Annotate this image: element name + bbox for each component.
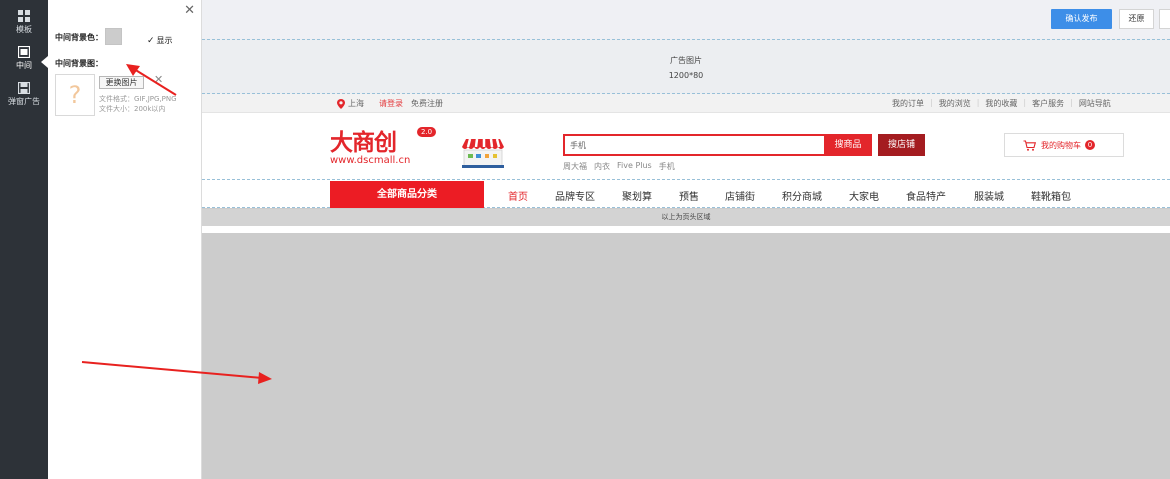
divider	[202, 226, 1170, 233]
nav-item-shoes-bags[interactable]: 鞋靴箱包	[1031, 188, 1071, 203]
bg-image-label: 中间背景图：	[55, 59, 103, 68]
city-label: 上海	[348, 99, 364, 108]
nav-item-points-mall[interactable]: 积分商城	[782, 188, 822, 203]
nav-item-brands[interactable]: 品牌专区	[555, 188, 595, 203]
cart-icon	[1023, 139, 1036, 151]
file-size-hint: 文件大小：200k以内	[99, 105, 166, 113]
link-site-nav[interactable]: 网站导航	[1079, 98, 1111, 109]
search-products-button[interactable]: 搜商品	[824, 134, 872, 156]
logo-version-badge: 2.0	[417, 127, 437, 137]
site-header: 大商创 2.0 www.dscmall.cn 搜商品 搜店铺 周	[202, 113, 1170, 179]
site-logo[interactable]: 大商创 2.0 www.dscmall.cn	[330, 123, 437, 166]
divider: |	[1023, 98, 1027, 107]
divider: |	[930, 98, 933, 107]
cart-button[interactable]: 我的购物车 0	[1004, 133, 1124, 157]
divider: |	[976, 98, 980, 107]
question-mark-icon: ?	[68, 81, 82, 109]
nav-item-appliances[interactable]: 大家电	[849, 188, 879, 203]
cart-label: 我的购物车	[1041, 140, 1081, 150]
logo-text: 大商创	[330, 129, 397, 156]
nav-item-home[interactable]: 首页	[508, 188, 528, 203]
page: 模板 中间 弹窗广告 ✕ 中间背景色： ✓ 显示 中间背景图： ? 更换图片 ✕…	[0, 0, 1170, 479]
active-pointer	[41, 56, 48, 68]
search-shops-button[interactable]: 搜店铺	[878, 134, 925, 156]
login-link[interactable]: 请登录	[379, 98, 403, 109]
logo-url: www.dscmall.cn	[330, 155, 411, 166]
left-icon-bar: 模板 中间 弹窗广告	[0, 0, 48, 479]
bg-color-label: 中间背景色：	[55, 33, 103, 42]
main-nav: 全部商品分类 首页 品牌专区 聚划算 预售 店铺街 积分商城 大家电 食品特产 …	[202, 179, 1170, 208]
image-placeholder: ?	[55, 74, 95, 116]
replace-image-button[interactable]: 更换图片	[99, 76, 144, 89]
ad-banner-area[interactable]: 广告图片 1200*80	[202, 39, 1170, 94]
nav-item-food[interactable]: 食品特产	[906, 188, 946, 203]
link-my-history[interactable]: 我的浏览	[939, 98, 971, 109]
nav-item-presale[interactable]: 预售	[679, 188, 699, 203]
layout-icon	[18, 46, 30, 58]
ad-title: 广告图片	[670, 56, 702, 65]
close-icon[interactable]: ✕	[184, 3, 195, 18]
register-link[interactable]: 免费注册	[411, 98, 443, 109]
cart-count-badge: 0	[1085, 140, 1095, 150]
link-my-favorites[interactable]: 我的收藏	[985, 98, 1017, 109]
hot-keywords: 周大福 内衣 Five Plus 手机	[563, 161, 682, 172]
checkmark-icon: ✓	[147, 35, 155, 46]
editor-toolbar: 确认发布 还原	[202, 0, 1170, 39]
grid-icon	[18, 10, 30, 22]
hotword[interactable]: 内衣	[594, 161, 610, 172]
save-icon	[18, 82, 30, 94]
location[interactable]: 上海	[337, 98, 364, 109]
top-links: 我的订单 | 我的浏览 | 我的收藏 | 客户服务 | 网站导航	[892, 98, 1111, 109]
nav-item-group-buy[interactable]: 聚划算	[622, 188, 652, 203]
editor-canvas: 确认发布 还原 广告图片 1200*80 上海 请登录 免费注册 我的订单 | 我…	[202, 0, 1170, 479]
show-checkbox[interactable]: ✓ 显示	[147, 35, 173, 46]
site-topbar: 上海 请登录 免费注册 我的订单 | 我的浏览 | 我的收藏 | 客户服务 | 网站导航	[202, 94, 1170, 113]
search-box	[563, 134, 845, 156]
hotword[interactable]: 周大福	[563, 161, 587, 172]
file-format-hint: 文件格式：GIF,JPG,PNG	[99, 95, 177, 103]
hotword[interactable]: 手机	[659, 161, 675, 172]
sidebar-item-label: 弹窗广告	[8, 97, 40, 106]
sidebar-item-label: 模板	[16, 25, 32, 34]
sidebar-item-popup-ad[interactable]: 弹窗广告	[0, 82, 48, 107]
link-my-orders[interactable]: 我的订单	[892, 98, 924, 109]
storefront-icon	[462, 138, 504, 168]
search-input[interactable]	[565, 136, 825, 154]
location-pin-icon	[337, 98, 345, 109]
settings-panel: ✕ 中间背景色： ✓ 显示 中间背景图： ? 更换图片 ✕ 文件格式：GIF,J…	[48, 0, 202, 479]
sidebar-item-label: 中间	[16, 61, 32, 70]
ad-size: 1200*80	[668, 71, 704, 80]
nav-item-clothing[interactable]: 服装城	[974, 188, 1004, 203]
nav-item-shop-street[interactable]: 店铺街	[725, 188, 755, 203]
restore-button[interactable]: 还原	[1119, 9, 1154, 29]
divider: |	[1070, 98, 1073, 107]
sidebar-item-template[interactable]: 模板	[0, 10, 48, 35]
bg-color-swatch[interactable]	[105, 28, 122, 45]
toolbar-overflow-button[interactable]	[1159, 9, 1170, 29]
show-label: 显示	[156, 36, 173, 45]
remove-image-icon[interactable]: ✕	[154, 73, 163, 86]
link-customer-service[interactable]: 客户服务	[1032, 98, 1064, 109]
hotword[interactable]: Five Plus	[617, 161, 652, 172]
header-area-tip: 以上为页头区域	[202, 209, 1170, 226]
all-categories-button[interactable]: 全部商品分类	[330, 181, 484, 208]
publish-button[interactable]: 确认发布	[1051, 9, 1112, 29]
